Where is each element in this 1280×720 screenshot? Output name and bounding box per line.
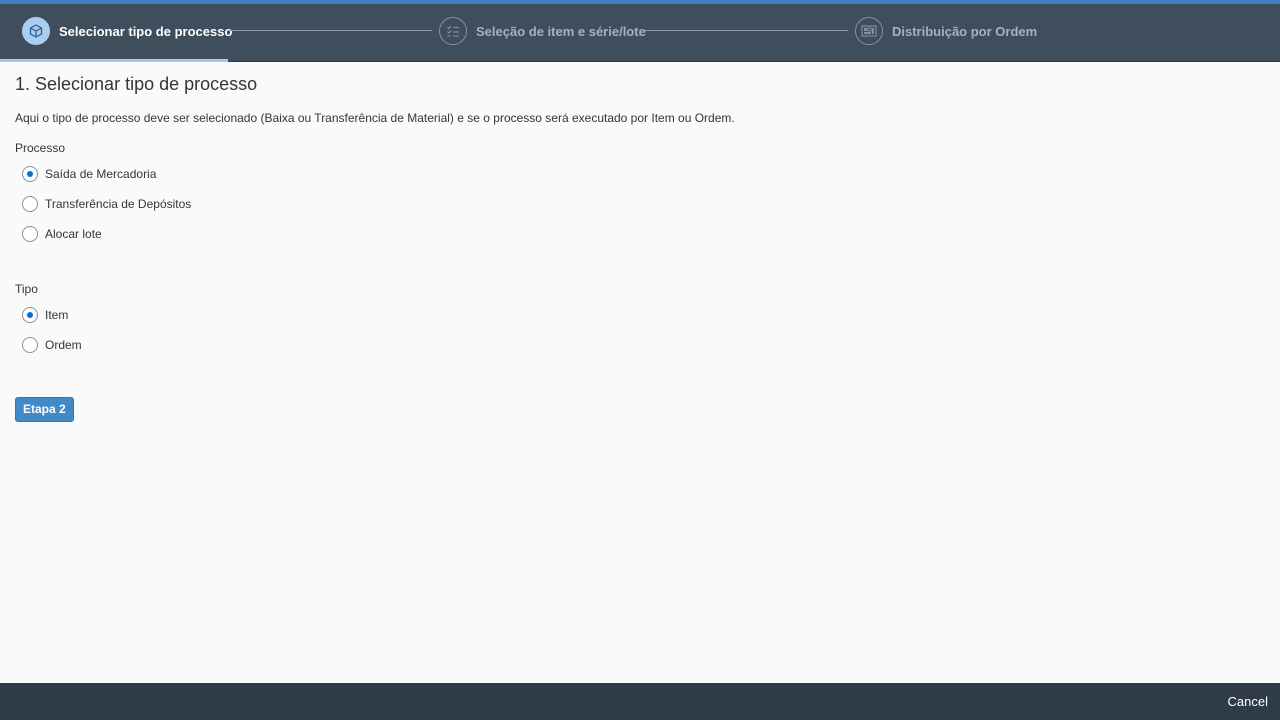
radio-label: Item [45,308,69,322]
checklist-icon [439,17,467,45]
radio-label: Alocar lote [45,227,102,241]
wizard-progress-bar: Selecionar tipo de processo Seleção de i… [0,4,1280,62]
page-title: 1. Selecionar tipo de processo [15,74,258,94]
radio-transferencia-depositos[interactable]: Transferência de Depósitos [22,189,1265,219]
radio-ordem[interactable]: Ordem [22,330,1265,360]
process-group-label: Processo [15,141,66,155]
step-description: Aqui o tipo de processo deve ser selecio… [15,111,735,125]
type-radio-group: Item Ordem [15,300,1265,360]
wizard-step-3[interactable]: Distribuição por Ordem [855,15,1037,47]
wizard-step-1[interactable]: Selecionar tipo de processo [22,15,232,47]
wizard-step-label: Seleção de item e série/lote [476,23,646,39]
cube-icon [22,17,50,45]
radio-button[interactable] [22,307,38,323]
radio-alocar-lote[interactable]: Alocar lote [22,219,1265,249]
radio-label: Transferência de Depósitos [45,197,192,211]
radio-button[interactable] [22,337,38,353]
step-connector [645,30,848,31]
radio-button[interactable] [22,166,38,182]
wizard-step-label: Distribuição por Ordem [892,23,1038,39]
process-radio-group: Saída de Mercadoria Transferência de Dep… [15,159,1265,249]
radio-label: Saída de Mercadoria [45,167,157,181]
cancel-button[interactable]: Cancel [1228,694,1268,709]
type-group-label: Tipo [15,282,38,296]
radio-item[interactable]: Item [22,300,1265,330]
radio-label: Ordem [45,338,82,352]
radio-saida-mercadoria[interactable]: Saída de Mercadoria [22,159,1265,189]
step-connector [228,30,432,31]
distribution-icon [855,17,883,45]
step-content: 1. Selecionar tipo de processo Aqui o ti… [15,62,1265,422]
radio-button[interactable] [22,226,38,242]
next-step-button[interactable]: Etapa 2 [15,397,74,422]
footer-toolbar: Cancel [0,683,1280,720]
wizard-step-2[interactable]: Seleção de item e série/lote [439,15,646,47]
wizard-step-label: Selecionar tipo de processo [59,23,233,39]
radio-button[interactable] [22,196,38,212]
